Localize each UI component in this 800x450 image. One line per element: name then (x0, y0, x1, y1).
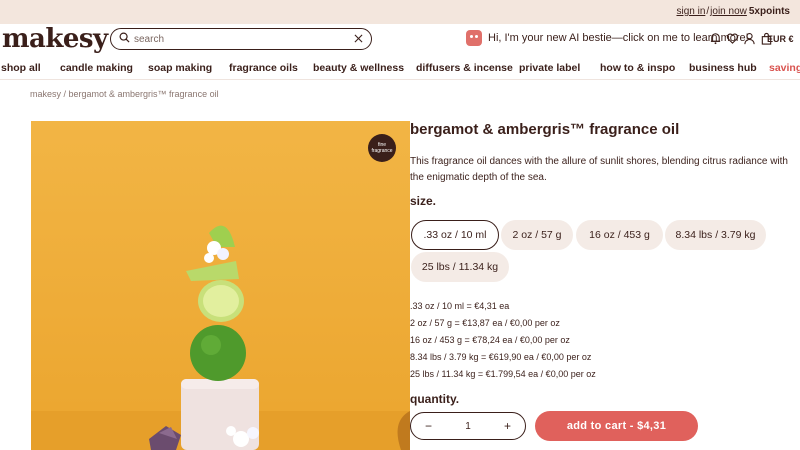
breadcrumb[interactable]: makesy / bergamot & ambergris™ fragrance… (30, 89, 219, 99)
add-to-cart-button[interactable]: add to cart - $4,31 (535, 411, 698, 441)
price-list: .33 oz / 10 ml = €4,31 ea 2 oz / 57 g = … (410, 298, 596, 383)
price-row: .33 oz / 10 ml = €4,31 ea (410, 301, 510, 311)
quantity-label: quantity. (410, 392, 460, 406)
nav-item-fragrance-oils[interactable]: fragrance oils (229, 62, 298, 74)
price-row: 2 oz / 57 g = €13,87 ea / €0,00 per oz (410, 318, 560, 328)
logo[interactable]: makesy (2, 24, 108, 54)
main-nav: shop all candle making soap making fragr… (0, 56, 800, 80)
bell-icon[interactable] (708, 31, 722, 45)
heart-icon[interactable] (725, 31, 739, 45)
join-now-link[interactable]: join now (710, 6, 747, 17)
search-icon (119, 30, 130, 48)
fine-fragrance-badge: fine fragrance (368, 134, 396, 162)
nav-item-shop-all[interactable]: shop all (1, 62, 41, 74)
size-option-453g[interactable]: 16 oz / 453 g (576, 220, 663, 250)
header: makesy Hi, I'm your new AI bestie—click … (0, 24, 800, 56)
nav-item-candle-making[interactable]: candle making (60, 62, 133, 74)
price-row: 25 lbs / 11.34 kg = €1.799,54 ea / €0,00… (410, 369, 596, 379)
link-separator: / (706, 6, 710, 17)
nav-item-diffusers-incense[interactable]: diffusers & incense (416, 62, 513, 74)
size-option-10ml[interactable]: .33 oz / 10 ml (411, 220, 499, 250)
size-option-11-34kg[interactable]: 25 lbs / 11.34 kg (411, 252, 509, 282)
decrease-quantity-button[interactable]: − (425, 419, 432, 433)
size-option-3-79kg[interactable]: 8.34 lbs / 3.79 kg (665, 220, 766, 250)
nav-item-beauty-wellness[interactable]: beauty & wellness (313, 62, 404, 74)
nav-item-soap-making[interactable]: soap making (148, 62, 212, 74)
price-row: 16 oz / 453 g = €78,24 ea / €0,00 per oz (410, 335, 570, 345)
account-links: sign in/join now 5xpoints (676, 6, 790, 17)
nav-item-private-label[interactable]: private label (519, 62, 580, 74)
points-badge: 5xpoints (748, 6, 790, 17)
header-icons (708, 31, 773, 45)
product-description: This fragrance oil dances with the allur… (410, 156, 788, 183)
top-strip: sign in/join now 5xpoints (0, 0, 800, 24)
sign-in-link[interactable]: sign in (676, 6, 705, 17)
quantity-value[interactable]: 1 (465, 421, 471, 432)
search-bar[interactable] (110, 28, 372, 50)
close-icon[interactable] (354, 30, 363, 48)
robot-icon (466, 30, 482, 46)
currency-selector[interactable]: EUR € (767, 34, 794, 44)
nav-item-business-hub[interactable]: business hub (689, 62, 757, 74)
size-label: size. (410, 194, 437, 208)
size-option-57g[interactable]: 2 oz / 57 g (501, 220, 573, 250)
ai-bestie-banner[interactable]: Hi, I'm your new AI bestie—click on me t… (466, 30, 749, 46)
increase-quantity-button[interactable]: + (504, 419, 511, 433)
search-input[interactable] (134, 33, 354, 45)
nav-item-savings[interactable]: savings (769, 62, 800, 74)
nav-item-how-to-inspo[interactable]: how to & inspo (600, 62, 675, 74)
product-image[interactable] (31, 121, 410, 450)
quantity-stepper: − 1 + (410, 412, 526, 440)
product-photo-illustration (31, 121, 410, 450)
price-row: 8.34 lbs / 3.79 kg = €619,90 ea / €0,00 … (410, 352, 592, 362)
product-title: bergamot & ambergris™ fragrance oil (410, 121, 680, 138)
user-icon[interactable] (742, 31, 756, 45)
